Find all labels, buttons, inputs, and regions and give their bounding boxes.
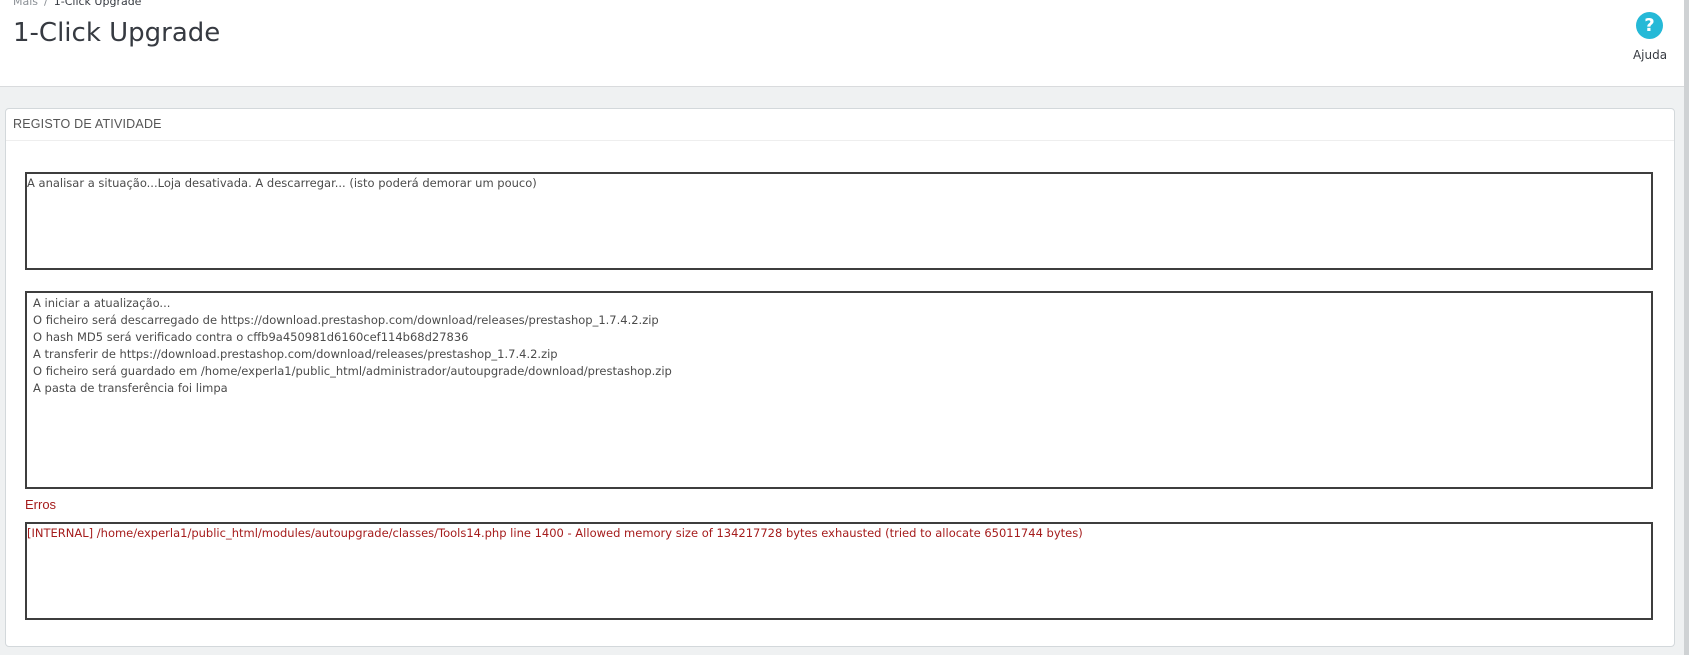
activity-log-box[interactable]: A iniciar a atualização... O ficheiro se… [25,291,1653,489]
activity-log-line: A iniciar a atualização... [33,296,171,310]
window-scrollbar[interactable] [1684,0,1689,655]
breadcrumb-current: 1-Click Upgrade [53,0,142,8]
status-log-box[interactable]: A analisar a situação...Loja desativada.… [25,172,1653,270]
breadcrumb: Mais / 1-Click Upgrade [13,0,141,9]
activity-log-line: A pasta de transferência foi limpa [33,381,228,395]
help-button[interactable]: ? Ajuda [1626,12,1674,66]
status-log-line: A analisar a situação...Loja desativada.… [27,176,537,190]
error-log-line: [INTERNAL] /home/experla1/public_html/mo… [27,526,1083,540]
panel-heading: REGISTO DE ATIVIDADE [6,109,1674,141]
errors-label: Erros [25,497,57,512]
help-label: Ajuda [1632,48,1668,62]
page-header: Mais / 1-Click Upgrade 1-Click Upgrade ? A… [0,0,1689,87]
breadcrumb-separator: / [44,0,48,8]
page-title: 1-Click Upgrade [13,18,221,48]
errors-log-box[interactable]: [INTERNAL] /home/experla1/public_html/mo… [25,522,1653,620]
question-circle-icon: ? [1636,12,1663,39]
activity-log-panel: REGISTO DE ATIVIDADE A analisar a situaç… [5,108,1675,647]
activity-log-line: O ficheiro será descarregado de https://… [33,313,659,327]
activity-log-line: O hash MD5 será verificado contra o cffb… [33,330,469,344]
breadcrumb-link-mais[interactable]: Mais [13,0,38,8]
activity-log-line: A transferir de https://download.prestas… [33,347,558,361]
activity-log-line: O ficheiro será guardado em /home/experl… [33,364,672,378]
